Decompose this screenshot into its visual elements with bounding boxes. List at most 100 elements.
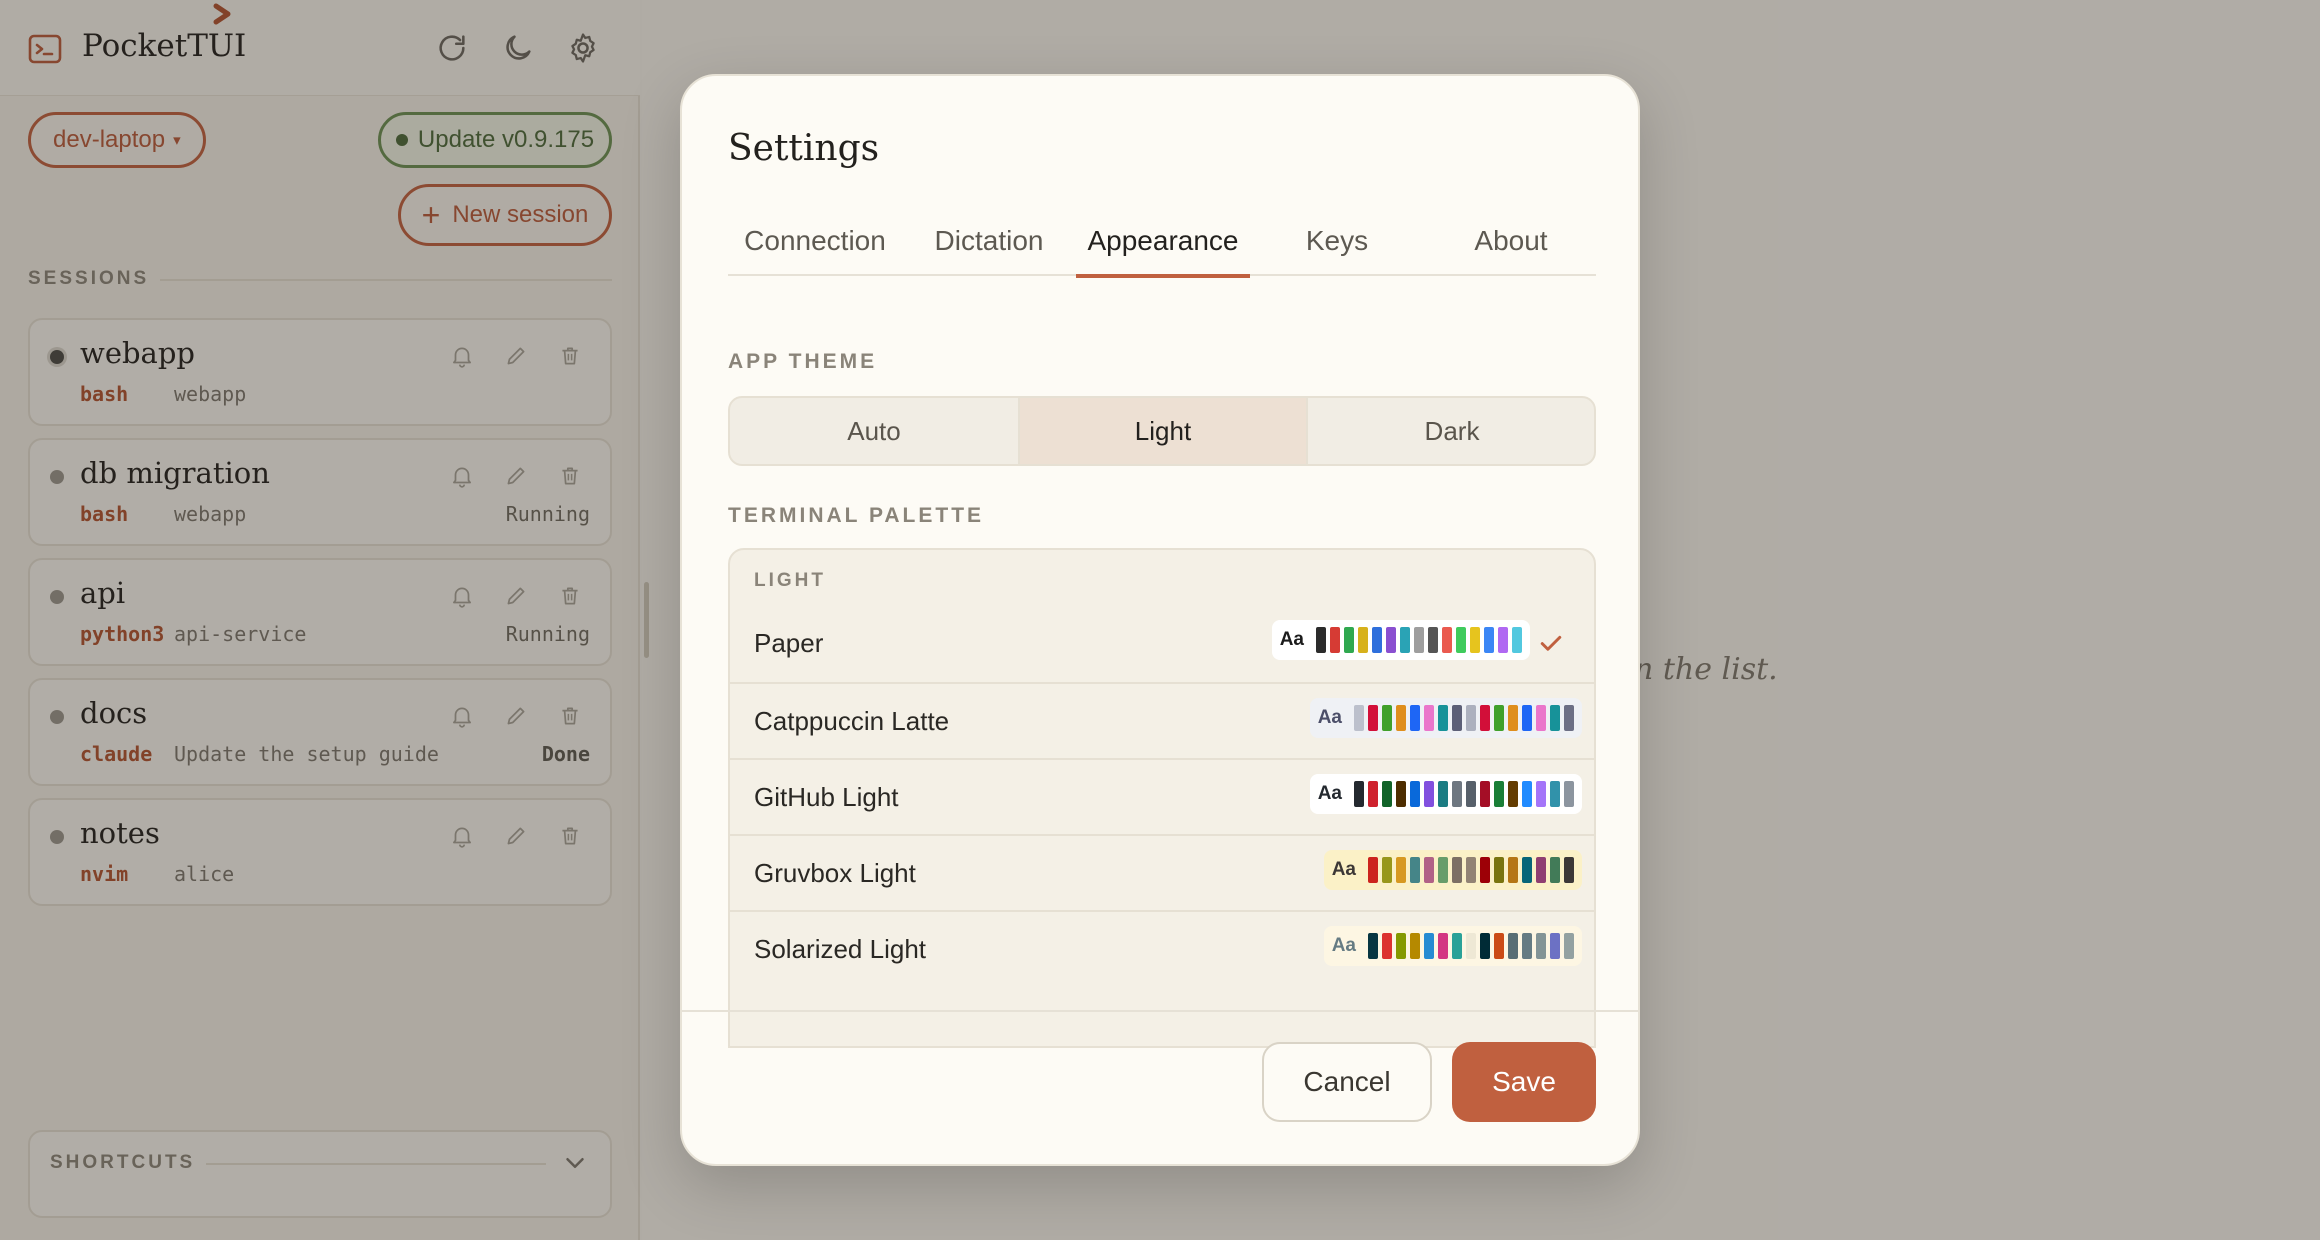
palette-color-chip: [1466, 705, 1476, 731]
palette-color-chip: [1410, 857, 1420, 883]
palette-color-chip: [1438, 933, 1448, 959]
palette-color-chip: [1522, 857, 1532, 883]
palette-color-chip: [1452, 857, 1462, 883]
settings-tabs: Connection Dictation Appearance Keys Abo…: [728, 206, 1598, 278]
palette-color-chip: [1550, 781, 1560, 807]
palette-color-chip: [1368, 781, 1378, 807]
palette-color-chip: [1382, 857, 1392, 883]
palette-color-chip: [1438, 857, 1448, 883]
palette-color-chip: [1494, 933, 1504, 959]
palette-color-chip: [1494, 857, 1504, 883]
tab-connection[interactable]: Connection: [728, 206, 902, 276]
palette-color-chip: [1466, 781, 1476, 807]
checkmark-icon: [1540, 635, 1562, 651]
palette-color-chip: [1480, 705, 1490, 731]
palette-color-chip: [1396, 857, 1406, 883]
palette-name: Paper: [754, 628, 824, 658]
palette-option[interactable]: Catppuccin Latte Aa: [730, 682, 1594, 758]
palette-color-chip: [1330, 627, 1340, 653]
palette-color-chip: [1564, 705, 1574, 731]
palette-swatch: Aa: [1309, 774, 1582, 814]
tab-about[interactable]: About: [1424, 206, 1598, 276]
palette-color-chip: [1536, 781, 1546, 807]
palette-color-chip: [1424, 857, 1434, 883]
palette-color-chip: [1354, 781, 1364, 807]
palette-color-chip: [1396, 933, 1406, 959]
save-button[interactable]: Save: [1452, 1042, 1596, 1122]
palette-color-chip: [1452, 933, 1462, 959]
app-theme-label: APP THEME: [728, 350, 878, 373]
palette-color-chip: [1428, 627, 1438, 653]
palette-color-chip: [1456, 627, 1466, 653]
palette-color-chip: [1536, 933, 1546, 959]
palette-option[interactable]: Paper Aa: [730, 606, 1594, 682]
palette-option[interactable]: Solarized Light Aa: [730, 910, 1594, 986]
palette-color-chip: [1400, 627, 1410, 653]
palette-option[interactable]: Gruvbox Light Aa: [730, 834, 1594, 910]
palette-color-chip: [1494, 781, 1504, 807]
palette-swatch: Aa: [1323, 850, 1582, 890]
palette-color-chip: [1424, 933, 1434, 959]
palette-color-chip: [1344, 627, 1354, 653]
palette-color-chip: [1522, 705, 1532, 731]
palette-color-chip: [1382, 705, 1392, 731]
divider: [682, 1010, 1638, 1012]
palette-sample-text: Aa: [1331, 935, 1356, 956]
palette-color-chip: [1372, 627, 1382, 653]
tab-keys[interactable]: Keys: [1250, 206, 1424, 276]
palette-color-chip: [1386, 627, 1396, 653]
palette-color-chip: [1522, 781, 1532, 807]
palette-color-chip: [1498, 627, 1508, 653]
terminal-palette-label: TERMINAL PALETTE: [728, 504, 985, 527]
palette-swatch: Aa: [1271, 620, 1530, 660]
palette-group-label: LIGHT: [754, 570, 826, 591]
theme-option-light[interactable]: Light: [1018, 398, 1306, 464]
tab-appearance[interactable]: Appearance: [1076, 206, 1250, 278]
palette-color-chip: [1494, 705, 1504, 731]
palette-swatch: Aa: [1309, 698, 1582, 738]
palette-swatch: Aa: [1323, 926, 1582, 966]
palette-color-chip: [1424, 705, 1434, 731]
palette-name: GitHub Light: [754, 782, 899, 812]
theme-option-dark[interactable]: Dark: [1306, 398, 1594, 464]
palette-color-chip: [1396, 705, 1406, 731]
palette-color-chip: [1480, 857, 1490, 883]
palette-color-chip: [1410, 705, 1420, 731]
settings-dialog: Settings Connection Dictation Appearance…: [680, 74, 1640, 1166]
tab-dictation[interactable]: Dictation: [902, 206, 1076, 276]
palette-color-chip: [1508, 857, 1518, 883]
palette-color-chip: [1438, 705, 1448, 731]
palette-color-chip: [1550, 705, 1560, 731]
palette-color-chip: [1480, 781, 1490, 807]
palette-sample-text: Aa: [1317, 783, 1342, 804]
palette-color-chip: [1484, 627, 1494, 653]
palette-color-chip: [1452, 705, 1462, 731]
palette-color-chip: [1368, 705, 1378, 731]
palette-color-chip: [1470, 627, 1480, 653]
cancel-button[interactable]: Cancel: [1262, 1042, 1432, 1122]
palette-color-chip: [1368, 857, 1378, 883]
palette-sample-text: Aa: [1317, 707, 1342, 728]
palette-color-chip: [1382, 781, 1392, 807]
palette-list: LIGHT Paper Aa Catppuccin Latte Aa GitHub Li…: [728, 548, 1596, 1048]
palette-color-chip: [1438, 781, 1448, 807]
palette-color-chip: [1480, 933, 1490, 959]
palette-color-chip: [1522, 933, 1532, 959]
palette-color-chip: [1396, 781, 1406, 807]
palette-name: Gruvbox Light: [754, 858, 916, 888]
palette-color-chip: [1564, 781, 1574, 807]
palette-color-chip: [1410, 781, 1420, 807]
palette-name: Catppuccin Latte: [754, 706, 950, 736]
palette-color-chip: [1564, 933, 1574, 959]
palette-option[interactable]: GitHub Light Aa: [730, 758, 1594, 834]
palette-color-chip: [1424, 781, 1434, 807]
palette-color-chip: [1550, 857, 1560, 883]
theme-option-auto[interactable]: Auto: [730, 398, 1018, 464]
palette-color-chip: [1466, 857, 1476, 883]
palette-color-chip: [1512, 627, 1522, 653]
palette-color-chip: [1368, 933, 1378, 959]
palette-sample-text: Aa: [1331, 859, 1356, 880]
palette-color-chip: [1466, 933, 1476, 959]
palette-color-chip: [1382, 933, 1392, 959]
palette-sample-text: Aa: [1279, 629, 1304, 650]
